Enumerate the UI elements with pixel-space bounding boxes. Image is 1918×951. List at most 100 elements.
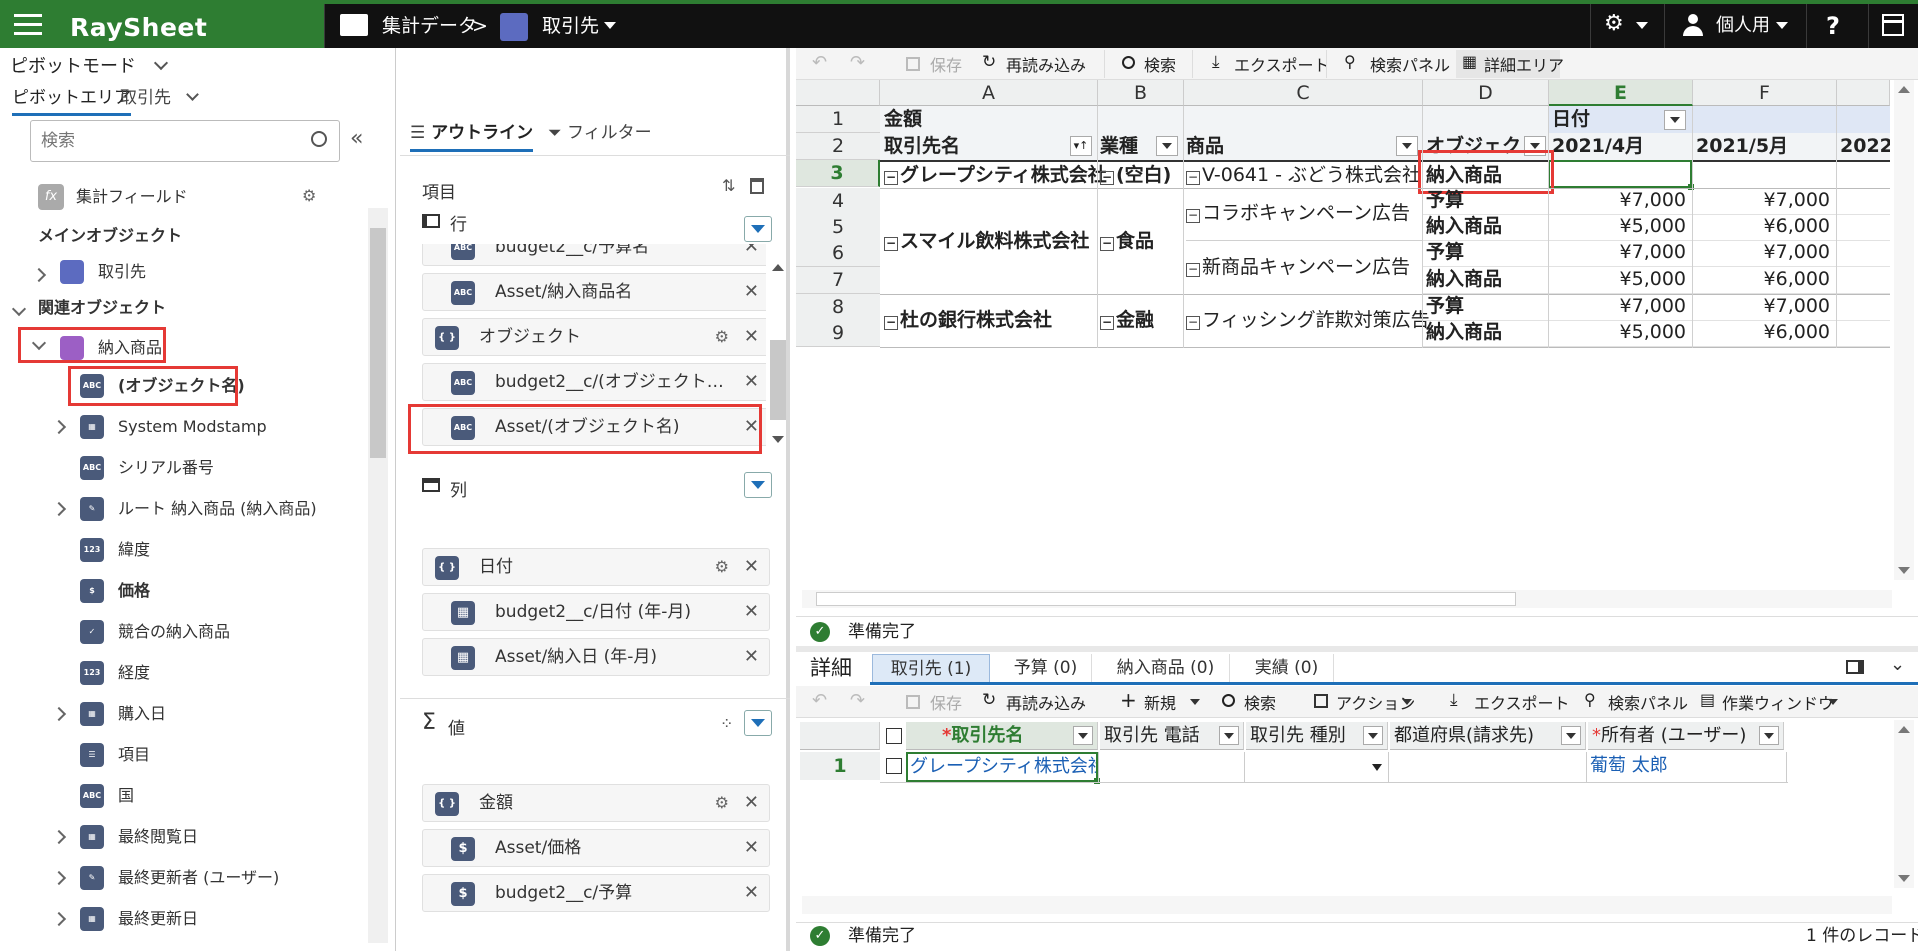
tab-filter[interactable]: ⏷ フィルター [548,118,652,150]
row-header[interactable]: 7 [796,267,880,294]
filter-button[interactable] [1073,726,1093,745]
value-cell[interactable]: ¥5,000 [1552,267,1686,291]
filter-button[interactable] [1219,726,1239,745]
industry-cell[interactable]: − (空白) [1100,162,1171,188]
row-header[interactable]: 6 [796,240,880,267]
remove-icon[interactable]: ✕ [744,244,759,265]
export-icon[interactable]: ⤓ [1450,690,1458,710]
outline-field[interactable]: { } 日付 ⚙ ✕ [422,548,770,586]
value-cell[interactable]: ¥7,000 [1696,294,1830,318]
product-cell[interactable]: − フィッシング詐欺対策広告 [1186,307,1430,333]
field-item[interactable]: 最終更新者 (ユーザー) [118,858,279,898]
outline-field[interactable]: ▦ Asset/納入日 (年-月) ✕ [422,638,770,676]
value-cell[interactable]: ¥7,000 [1696,188,1830,212]
collapse-down-icon[interactable]: ⌄ [1890,654,1905,675]
calc-field-item[interactable]: 集計フィールド [76,177,188,217]
value-cell[interactable]: ¥5,000 [1552,320,1686,344]
pivot-mode-selector[interactable]: ピボットモード [10,52,168,82]
search-icon[interactable] [311,131,327,147]
chevron-down-icon[interactable] [1636,22,1648,29]
collapse-icon[interactable]: − [1186,209,1200,223]
detail-tab[interactable]: 実績 (0) [1240,654,1334,682]
remove-icon[interactable]: ✕ [744,875,759,911]
save-button[interactable]: 保存 [930,52,962,76]
tab-pivot-area[interactable]: ピボットエリア [12,84,131,116]
collapse-icon[interactable]: − [1100,316,1114,330]
gear-icon[interactable]: ⚙ [1604,12,1624,36]
outline-field[interactable]: ABC budget2__c/予算名 ✕ [422,244,766,266]
asset-label[interactable]: 納入商品 [1426,267,1502,291]
field-item[interactable]: ルート 納入商品 (納入商品) [118,489,317,529]
row-header[interactable]: 5 [796,214,880,241]
search-input[interactable] [41,129,291,153]
tab-object[interactable]: 取引先 [120,84,200,114]
row-field-product[interactable]: 商品 [1186,133,1224,160]
action-icon[interactable] [1314,694,1328,708]
detail-column-header[interactable]: 都道府県(請求先) [1390,722,1586,750]
chevron-down-icon[interactable] [11,301,27,317]
outline-field[interactable]: ▦ budget2__c/日付 (年-月) ✕ [422,593,770,631]
main-object-item[interactable]: 取引先 [98,252,146,292]
detail-owner-cell[interactable]: 葡萄 太郎 [1590,752,1668,780]
row-checkbox[interactable] [886,758,902,774]
chevron-down-icon[interactable] [1402,699,1412,705]
row-header[interactable]: 8 [796,294,880,321]
chevron-down-icon[interactable] [1828,699,1838,705]
field-item[interactable]: 価格 [118,571,150,611]
chevron-right-icon[interactable] [51,501,67,517]
chevron-right-icon[interactable] [31,267,47,283]
detail-corner[interactable] [800,722,880,750]
search-panel-icon[interactable]: ⚲ [1584,690,1596,709]
chevron-right-icon[interactable] [51,911,67,927]
column-header[interactable] [1837,80,1890,106]
rows-scrollbar[interactable] [768,260,788,448]
tab-outline[interactable]: ☰ アウトライン [410,118,534,152]
asset-label[interactable]: 納入商品 [1426,214,1502,238]
remove-icon[interactable]: ✕ [744,549,759,585]
outline-field[interactable]: ABC budget2__c/(オブジェクト… ✕ [422,363,766,401]
row-header[interactable]: 2 [796,133,880,160]
filter-button[interactable] [1156,136,1178,156]
detail-divider[interactable] [796,646,1918,652]
value-cell[interactable]: ¥7,000 [1552,294,1686,318]
field-item[interactable]: 最終閲覧日 [118,817,198,857]
gear-icon[interactable]: ⚙ [715,549,729,585]
reload-icon[interactable]: ↻ [982,52,996,72]
product-cell[interactable]: − 新商品キャンペーン広告 [1186,254,1410,280]
field-item[interactable]: 国 [118,776,134,816]
trash-icon[interactable] [750,178,764,194]
reload-button[interactable]: 再読み込み [1006,690,1086,714]
search-panel-button[interactable]: 検索パネル [1608,690,1688,714]
account-cell[interactable]: − 杜の銀行株式会社 [884,307,1052,333]
column-header[interactable]: F [1693,80,1837,106]
search-button[interactable]: 検索 [1244,690,1276,714]
collapse-icon[interactable]: − [1186,171,1200,185]
chevron-down-icon[interactable] [604,22,616,29]
row-header[interactable]: 1 [796,106,880,133]
account-cell[interactable]: − スマイル飲料株式会社 [884,228,1089,254]
value-cell[interactable]: ¥7,000 [1552,240,1686,264]
corner-cell[interactable] [796,80,880,106]
detail-area-button[interactable]: 詳細エリア [1484,52,1564,76]
column-header[interactable]: B [1098,80,1184,106]
save-icon[interactable] [906,57,920,71]
selected-cell[interactable] [1548,160,1692,188]
outline-field[interactable]: { } オブジェクト ⚙ ✕ [422,318,766,356]
work-window-button[interactable]: 作業ウィンドウ [1722,690,1834,714]
value-cell[interactable]: ¥6,000 [1696,320,1830,344]
filter-button[interactable] [1363,726,1383,745]
remove-icon[interactable]: ✕ [744,639,759,675]
account-cell[interactable]: − グレープシティ株式会社 [884,162,1107,188]
collapse-icon[interactable]: « [350,126,363,151]
row-header[interactable]: 9 [796,320,880,347]
layout-icon[interactable]: ⁘ [720,714,733,733]
breadcrumb-folder[interactable]: 集計データ [382,4,477,48]
detail-name-cell[interactable]: グレープシティ株式会社 [906,752,1098,782]
detail-tab[interactable]: 納入商品 (0) [1102,654,1230,682]
collapse-icon[interactable]: − [1100,237,1114,251]
swap-icon[interactable]: ⇅ [722,176,735,195]
help-button[interactable]: ? [1826,4,1840,48]
remove-icon[interactable]: ✕ [744,785,759,821]
column-header[interactable]: A [880,80,1098,106]
outline-field[interactable]: $ Asset/価格 ✕ [422,829,770,867]
